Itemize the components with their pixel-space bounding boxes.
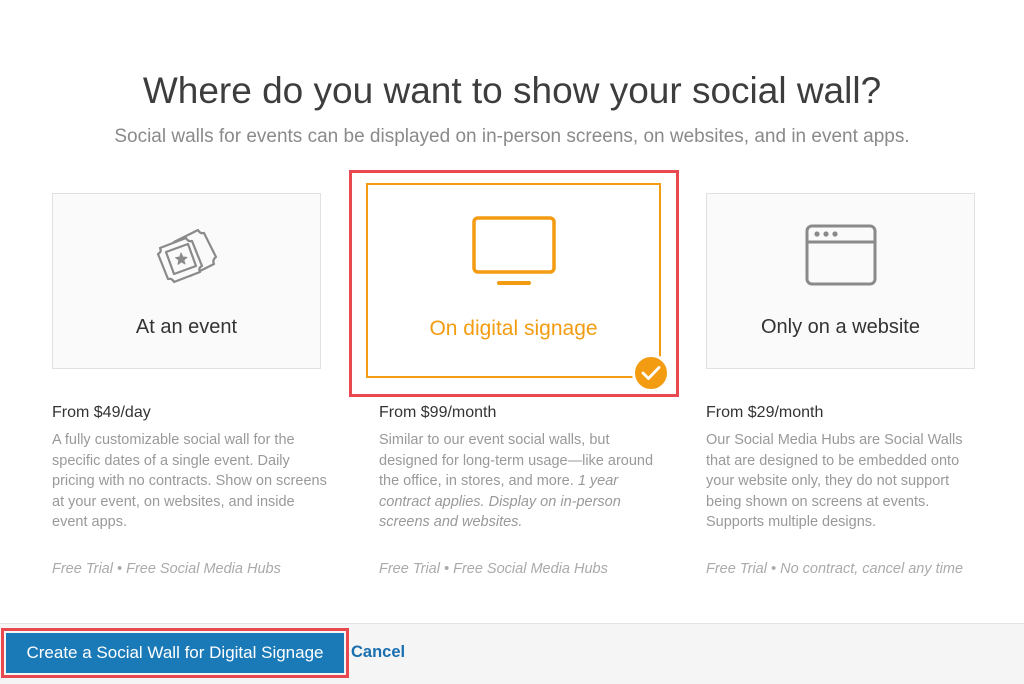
option-footnote: Free Trial • Free Social Media Hubs: [379, 561, 608, 577]
option-description: Similar to our event social walls, but d…: [379, 430, 659, 533]
option-label: On digital signage: [429, 317, 598, 340]
option-card-digital-signage[interactable]: On digital signage: [366, 183, 661, 378]
option-label: Only on a website: [761, 316, 920, 338]
option-description: Our Social Media Hubs are Social Walls t…: [706, 430, 986, 533]
option-details-event: From $49/day A fully customizable social…: [52, 404, 332, 577]
option-label: At an event: [135, 316, 238, 338]
price-label: From $99/month: [379, 404, 497, 421]
option-footnote: Free Trial • Free Social Media Hubs: [52, 561, 281, 577]
option-details-digital-signage: From $99/month Similar to our event soci…: [379, 404, 659, 577]
ticket-icon: [154, 224, 220, 291]
option-card-website[interactable]: Only on a website: [706, 193, 975, 369]
monitor-icon: [471, 215, 557, 292]
description-text: Our Social Media Hubs are Social Walls t…: [706, 432, 963, 530]
page-subtitle: Social walls for events can be displayed…: [114, 126, 910, 147]
browser-window-icon: [805, 224, 877, 291]
price-label: From $29/month: [706, 404, 824, 421]
checkmark-icon: [632, 354, 670, 392]
option-details-website: From $29/month Our Social Media Hubs are…: [706, 404, 986, 577]
option-description: A fully customizable social wall for the…: [52, 430, 332, 533]
option-footnote: Free Trial • No contract, cancel any tim…: [706, 561, 964, 577]
description-text: A fully customizable social wall for the…: [52, 432, 327, 530]
option-card-event[interactable]: At an event: [52, 193, 321, 369]
page-title: Where do you want to show your social wa…: [142, 70, 882, 111]
price-label: From $49/day: [52, 404, 151, 421]
cancel-link[interactable]: Cancel: [351, 643, 405, 662]
create-social-wall-button[interactable]: Create a Social Wall for Digital Signage: [6, 633, 344, 673]
